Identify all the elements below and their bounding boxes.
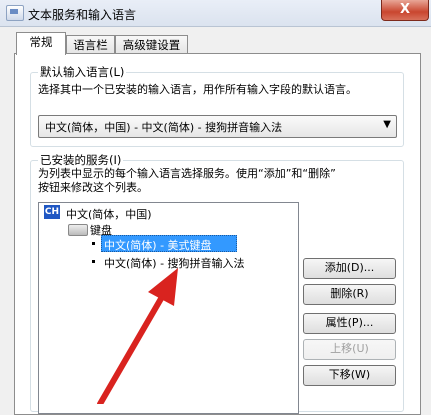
tab-general[interactable]: 常规: [16, 32, 66, 55]
annotation-arrow-icon: [97, 268, 178, 404]
